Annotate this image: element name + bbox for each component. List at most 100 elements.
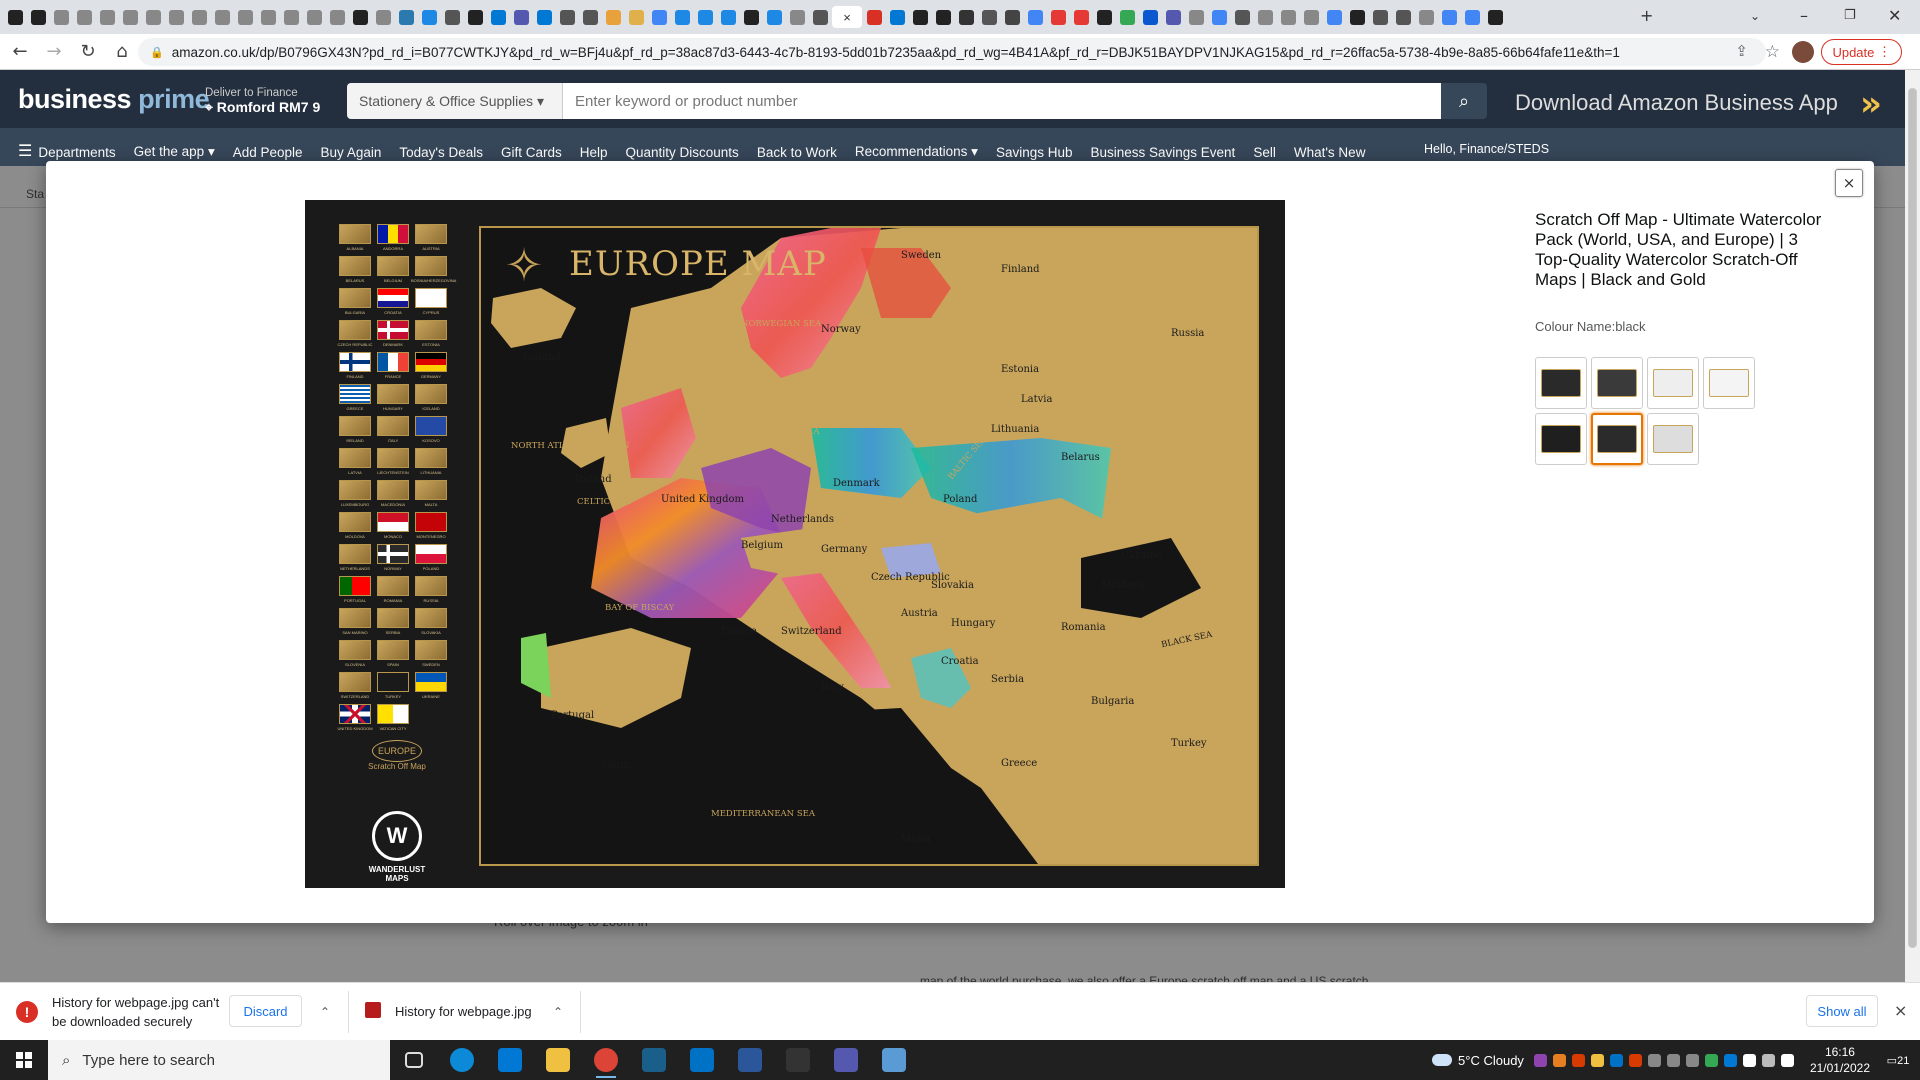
browser-tab[interactable] [326,6,348,28]
share-icon[interactable]: ⇪ [1735,42,1748,60]
browser-tab[interactable] [1415,6,1437,28]
update-button[interactable]: Update ⋮ [1821,39,1902,65]
bookmark-star-icon[interactable]: ☆ [1765,42,1780,62]
browser-tab[interactable] [717,6,739,28]
browser-tab[interactable] [694,6,716,28]
taskbar-app-sims-icon[interactable] [630,1040,678,1080]
nav-item[interactable]: What's New [1294,145,1366,160]
browser-tab[interactable] [1185,6,1207,28]
browser-tab[interactable] [1392,6,1414,28]
thumbnail-image[interactable] [1591,413,1643,465]
nav-item[interactable]: Get the app ▾ [134,144,215,160]
browser-tab[interactable] [533,6,555,28]
discard-button[interactable]: Discard [229,995,302,1027]
nav-item[interactable]: Today's Deals [399,145,483,160]
windows-start-icon[interactable] [0,1040,48,1080]
thumbnail-image[interactable] [1647,413,1699,465]
browser-tab[interactable] [418,6,440,28]
browser-tab[interactable] [886,6,908,28]
thumbnail-image[interactable] [1703,357,1755,409]
nav-item[interactable]: Help [580,145,608,160]
taskbar-app-sims2-icon[interactable] [774,1040,822,1080]
notification-icon[interactable]: ▭21 [1882,1054,1914,1067]
close-icon[interactable]: × [1835,169,1863,197]
download-app-link[interactable]: Download Amazon Business App [1515,90,1838,116]
browser-tab[interactable] [1139,6,1161,28]
browser-tab[interactable] [1231,6,1253,28]
browser-tab[interactable] [1346,6,1368,28]
profile-avatar[interactable] [1792,41,1814,63]
browser-tab[interactable] [4,6,26,28]
chevron-up-icon[interactable]: ⌃ [553,1005,563,1019]
browser-tab[interactable] [188,6,210,28]
browser-tab[interactable] [556,6,578,28]
browser-tab[interactable] [809,6,831,28]
browser-tab[interactable] [671,6,693,28]
browser-tab[interactable] [96,6,118,28]
browser-tab[interactable] [165,6,187,28]
browser-tab[interactable] [1461,6,1483,28]
browser-tab[interactable] [257,6,279,28]
nav-item[interactable]: Add People [233,145,303,160]
thumbnail-image[interactable] [1591,357,1643,409]
thumbnail-image[interactable] [1535,413,1587,465]
browser-tab[interactable] [978,6,1000,28]
browser-tab[interactable]: × [832,6,862,28]
browser-tab[interactable] [863,6,885,28]
nav-item[interactable]: Recommendations ▾ [855,144,978,160]
browser-tab[interactable] [1277,6,1299,28]
page-scrollbar[interactable] [1905,70,1920,982]
taskbar-app-outlook-icon[interactable] [678,1040,726,1080]
tray-icon[interactable] [1742,1053,1756,1067]
taskbar-app-store-icon[interactable] [486,1040,534,1080]
browser-tab[interactable] [1093,6,1115,28]
account-greeting[interactable]: Hello, Finance/STEDS [1424,142,1549,156]
browser-tab[interactable] [395,6,417,28]
search-icon[interactable]: ⌕ [1441,83,1487,119]
nav-item[interactable]: Quantity Discounts [626,145,739,160]
browser-tab[interactable] [119,6,141,28]
browser-tab[interactable] [1070,6,1092,28]
clock[interactable]: 16:16 21/01/2022 [1810,1044,1870,1076]
home-icon[interactable]: ⌂ [108,38,136,66]
minimize-button[interactable]: – [1800,6,1808,25]
browser-tab[interactable] [602,6,624,28]
hamburger-menu-icon[interactable]: ☰ [18,141,32,160]
browser-tab[interactable] [1369,6,1391,28]
browser-tab[interactable] [1001,6,1023,28]
taskbar-app-teams-icon[interactable] [822,1040,870,1080]
browser-tab[interactable] [648,6,670,28]
tab-search-icon[interactable]: ⌄ [1750,9,1760,23]
browser-tab[interactable] [932,6,954,28]
thumbnail-image[interactable] [1647,357,1699,409]
browser-tab[interactable] [909,6,931,28]
browser-tab[interactable] [211,6,233,28]
browser-tab[interactable] [142,6,164,28]
browser-tab[interactable] [763,6,785,28]
search-input[interactable]: Enter keyword or product number [563,83,1441,119]
browser-tab[interactable] [625,6,647,28]
browser-tab[interactable] [1484,6,1506,28]
forward-icon[interactable]: → [40,38,68,66]
browser-tab[interactable] [487,6,509,28]
show-all-button[interactable]: Show all [1806,995,1878,1027]
tray-icon[interactable] [1685,1053,1699,1067]
browser-tab[interactable] [1438,6,1460,28]
browser-tab[interactable] [1024,6,1046,28]
nav-item[interactable]: Savings Hub [996,145,1073,160]
url-field[interactable]: 🔒 amazon.co.uk/dp/B0796GX43N?pd_rd_i=B07… [138,38,1766,66]
browser-tab[interactable] [1300,6,1322,28]
tray-icon[interactable] [1723,1053,1737,1067]
browser-tab[interactable] [1323,6,1345,28]
scrollbar-thumb[interactable] [1908,88,1917,948]
browser-tab[interactable] [372,6,394,28]
browser-tab[interactable] [464,6,486,28]
browser-tab[interactable] [234,6,256,28]
chevron-up-icon[interactable]: ⌃ [320,1005,330,1019]
nav-item[interactable]: Business Savings Event [1090,145,1235,160]
browser-tab[interactable] [1116,6,1138,28]
browser-tab[interactable] [1254,6,1276,28]
download-item-name[interactable]: History for webpage.jpg [395,1004,532,1019]
browser-tab[interactable] [510,6,532,28]
maximize-button[interactable]: ❐ [1844,8,1856,23]
